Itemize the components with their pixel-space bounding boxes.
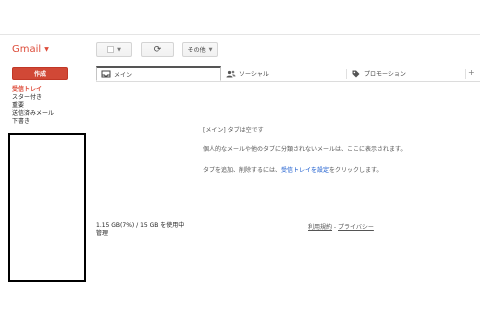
redacted-box — [8, 133, 86, 282]
category-tabs: メイン ソーシャル プロモーション + — [96, 66, 480, 82]
add-tab-icon[interactable]: + — [468, 68, 475, 77]
tab-social[interactable]: ソーシャル — [222, 66, 346, 81]
tab-promotions-label: プロモーション — [364, 71, 406, 78]
tab-main[interactable]: メイン — [96, 66, 221, 81]
tab-main-label: メイン — [114, 71, 133, 79]
tab-divider — [465, 69, 466, 79]
more-button[interactable]: その他 ▼ — [182, 42, 218, 57]
empty-state-hint: タブを追加、削除するには、受信トレイを設定をクリックします。 — [203, 165, 406, 174]
tag-icon — [351, 69, 361, 79]
inbox-icon — [101, 69, 111, 79]
more-label: その他 — [187, 47, 206, 54]
sidebar-item-important[interactable]: 重要 — [12, 102, 54, 110]
compose-label: 作成 — [33, 71, 46, 78]
chevron-down-icon: ▼ — [117, 46, 121, 53]
sidebar-item-sent[interactable]: 送信済みメール — [12, 110, 54, 118]
inbox-settings-link[interactable]: 受信トレイを設定 — [281, 167, 329, 174]
compose-button[interactable]: 作成 — [12, 67, 68, 80]
storage-info: 1.15 GB(7%) / 15 GB を使用中 管理 — [96, 222, 184, 238]
manage-storage-link[interactable]: 管理 — [96, 230, 184, 238]
empty-state-description: 個人的なメールや他のタブに分類されないメールは、ここに表示されます。 — [203, 146, 407, 153]
gmail-logo-menu[interactable]: Gmail ▼ — [12, 44, 49, 55]
select-all-button[interactable]: ▼ — [96, 42, 132, 57]
sidebar-item-drafts[interactable]: 下書き — [12, 118, 54, 126]
refresh-button[interactable]: ⟳ — [141, 42, 174, 57]
people-icon — [226, 69, 236, 79]
empty-state-title: [メイン] タブは空です — [203, 127, 264, 134]
sidebar-item-inbox[interactable]: 受信トレイ — [12, 86, 54, 94]
sidebar-item-starred[interactable]: スター付き — [12, 94, 54, 102]
empty-state: [メイン] タブは空です 個人的なメールや他のタブに分類されないメールは、ここに… — [203, 125, 406, 174]
chevron-down-icon: ▼ — [208, 46, 213, 53]
tab-social-label: ソーシャル — [239, 71, 269, 78]
storage-usage: 1.15 GB(7%) / 15 GB を使用中 — [96, 222, 185, 229]
chevron-down-icon: ▼ — [44, 46, 49, 53]
footer-links: 利用規約 - プライバシー — [308, 222, 374, 231]
tab-promotions[interactable]: プロモーション — [347, 66, 465, 81]
hint-prefix: タブを追加、削除するには、 — [203, 167, 282, 174]
sidebar-nav: 受信トレイ スター付き 重要 送信済みメール 下書き — [12, 86, 54, 126]
hint-suffix: をクリックします。 — [329, 167, 383, 174]
privacy-link[interactable]: プライバシー — [338, 224, 374, 231]
checkbox-icon — [107, 46, 115, 53]
gmail-logo-label: Gmail — [12, 44, 42, 55]
terms-link[interactable]: 利用規約 — [308, 224, 332, 231]
header-divider — [0, 34, 480, 35]
refresh-icon: ⟳ — [153, 44, 162, 55]
